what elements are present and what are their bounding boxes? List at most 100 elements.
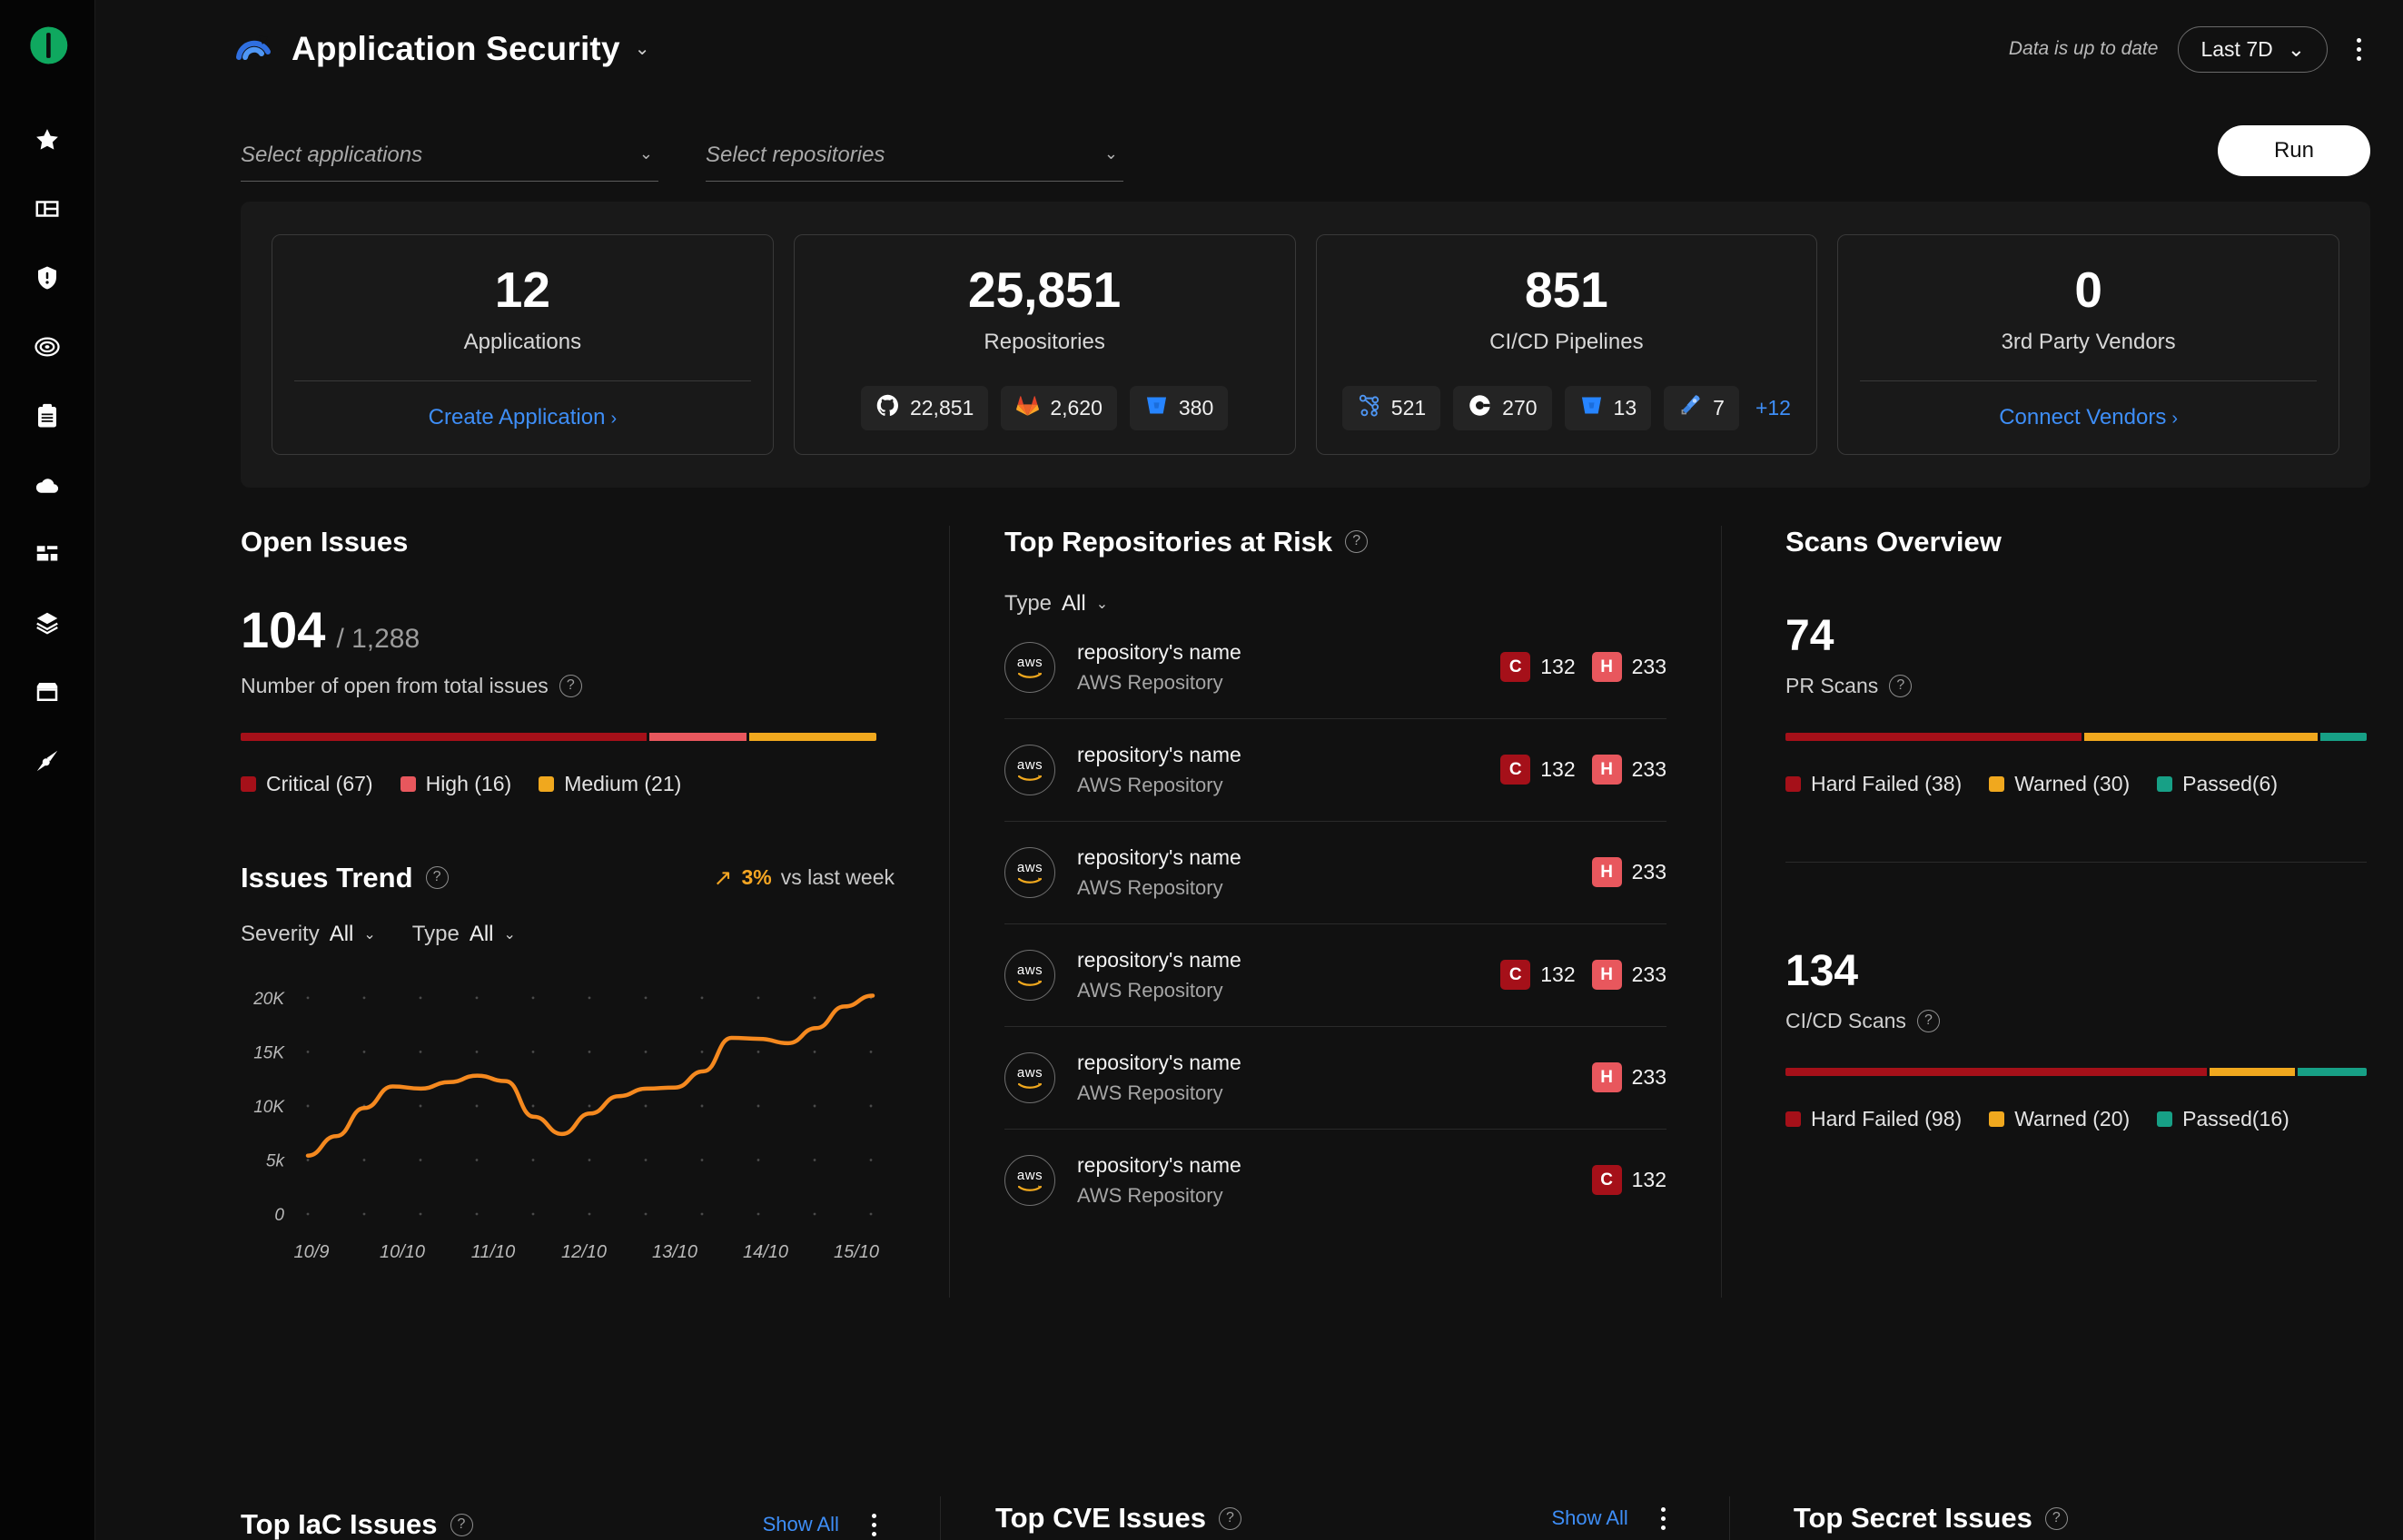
- type-filter-value: All: [469, 921, 494, 946]
- grid-dot: [756, 1212, 760, 1216]
- grid-dot: [700, 1158, 704, 1161]
- help-icon[interactable]: ?: [1345, 530, 1369, 554]
- legend-swatch: [1989, 775, 2005, 792]
- sidebar-item-dashboard[interactable]: [18, 182, 76, 240]
- grid-dot: [531, 1050, 535, 1053]
- chevron-down-icon: ⌄: [638, 144, 653, 163]
- repositories-select[interactable]: Select repositories ⌄: [706, 143, 1123, 182]
- panel-repos-at-risk: Top Repositories at Risk ? Type All ⌄ aw…: [949, 525, 1721, 1298]
- severity-count: 132: [1631, 1168, 1666, 1192]
- status-badge: H: [1591, 652, 1622, 683]
- repo-name: repository's name: [1077, 639, 1241, 664]
- repo-row[interactable]: aws repository's name AWS Repository H 233: [1004, 1027, 1666, 1130]
- applications-select[interactable]: Select applications ⌄: [241, 143, 658, 182]
- grid-dot: [419, 1212, 422, 1216]
- data-status-text: Data is up to date: [2008, 38, 2159, 59]
- grid-dot: [306, 1104, 310, 1108]
- grid-dot: [869, 1104, 873, 1108]
- aws-avatar-icon: aws: [1004, 1051, 1055, 1103]
- repo-text: repository's name AWS Repository: [1077, 948, 1241, 1002]
- pipeline-provider-chips: 521 270 13 7 +12: [1341, 385, 1791, 430]
- chevron-down-icon[interactable]: ⌄: [635, 40, 650, 58]
- legend-item: Critical (67): [241, 772, 373, 796]
- repo-row[interactable]: aws repository's name AWS Repository H 233: [1004, 822, 1666, 924]
- grid-dot: [700, 1104, 704, 1108]
- help-icon[interactable]: ?: [559, 674, 582, 697]
- pipelines-label: CI/CD Pipelines: [1489, 329, 1644, 354]
- connect-vendors-link[interactable]: Connect Vendors ›: [1999, 405, 2178, 430]
- repo-severity-badges: H 233: [1394, 857, 1666, 888]
- grid-dot: [756, 996, 760, 1000]
- brand-logo-icon[interactable]: [22, 20, 73, 71]
- chip-gitlab[interactable]: 2,620: [1001, 385, 1117, 430]
- repo-row[interactable]: aws repository's name AWS Repository C 132 H 2…: [1004, 617, 1666, 719]
- grid-dot: [588, 1050, 591, 1053]
- sidebar-item-reports[interactable]: [18, 389, 76, 447]
- chip-github[interactable]: 22,851: [860, 385, 989, 430]
- sidebar-item-explore[interactable]: [18, 734, 76, 792]
- y-axis-tick: 0: [274, 1206, 284, 1225]
- sidebar-item-targets[interactable]: [18, 320, 76, 378]
- repos-type-filter[interactable]: Type All ⌄: [1004, 591, 1108, 617]
- severity-filter[interactable]: Severity All ⌄: [241, 922, 376, 947]
- scan-status-bar: [1785, 732, 2367, 741]
- bottom-section-cve: Top CVE Issues ? Show All: [939, 1496, 1729, 1540]
- kebab-dot: [871, 1522, 876, 1527]
- repos-type-filter-row: Type All ⌄: [1004, 591, 1666, 617]
- create-application-link[interactable]: Create Application ›: [429, 405, 617, 430]
- chip-bitbucket-pipelines[interactable]: 13: [1564, 385, 1652, 430]
- severity-count: 233: [1631, 962, 1666, 987]
- pipelines-more-link[interactable]: +12: [1752, 396, 1791, 420]
- chip-azure-devops[interactable]: 7: [1664, 385, 1739, 430]
- applications-count: 12: [494, 262, 550, 318]
- repo-row[interactable]: aws repository's name AWS Repository C 132 H 2…: [1004, 719, 1666, 822]
- repo-row[interactable]: aws repository's name AWS Repository C 132: [1004, 1130, 1666, 1231]
- primary-sidebar: [0, 0, 95, 1540]
- status-badge: H: [1591, 1062, 1622, 1093]
- divider: [1785, 861, 2367, 863]
- help-icon[interactable]: ?: [1218, 1506, 1241, 1530]
- sidebar-item-favorites[interactable]: [18, 113, 76, 171]
- grid-apps-icon: [34, 540, 61, 572]
- divider: [1860, 380, 2317, 381]
- kpi-card-repositories: 25,851 Repositories 22,851 2,620 380: [793, 234, 1296, 455]
- chevron-down-icon: ⌄: [503, 926, 516, 943]
- time-range-selector[interactable]: Last 7D ⌄: [2178, 25, 2328, 73]
- sidebar-item-assets[interactable]: [18, 527, 76, 585]
- sidebar-item-risk[interactable]: [18, 251, 76, 309]
- legend-item: Medium (21): [539, 772, 681, 796]
- more-options-button[interactable]: [2348, 33, 2370, 66]
- show-all-iac-link[interactable]: Show All: [763, 1513, 839, 1536]
- severity-segment: [2209, 1067, 2296, 1076]
- grid-dot: [756, 1158, 760, 1161]
- repo-severity-badges: C 132 H 233: [1394, 652, 1666, 683]
- type-filter[interactable]: Type All ⌄: [412, 922, 516, 947]
- chip-circleci[interactable]: 270: [1453, 385, 1552, 430]
- help-icon[interactable]: ?: [2044, 1506, 2068, 1530]
- grid-dot: [419, 1104, 422, 1108]
- panel-scans-overview: Scans Overview 74 PR Scans? Hard Failed (3…: [1721, 525, 2403, 1298]
- repo-row[interactable]: aws repository's name AWS Repository C 132 H 2…: [1004, 924, 1666, 1027]
- run-button[interactable]: Run: [2217, 125, 2370, 176]
- grid-dot: [869, 1212, 873, 1216]
- show-all-cve-link[interactable]: Show All: [1551, 1506, 1627, 1530]
- severity-segment: [649, 732, 747, 741]
- sidebar-item-layers[interactable]: [18, 596, 76, 654]
- chevron-down-icon: ⌄: [2287, 36, 2305, 61]
- open-issues-stat: 104 / 1,288: [241, 600, 895, 659]
- help-icon[interactable]: ?: [1889, 674, 1913, 697]
- iac-more-options-button[interactable]: [863, 1508, 885, 1540]
- chip-bitbucket[interactable]: 380: [1129, 385, 1229, 430]
- grid-dot: [644, 1104, 648, 1108]
- sidebar-item-cloud[interactable]: [18, 458, 76, 516]
- status-badge: C: [1500, 652, 1531, 683]
- page-title-group[interactable]: Application Security ⌄: [232, 26, 650, 72]
- chip-github-actions[interactable]: 521: [1341, 385, 1441, 430]
- help-icon[interactable]: ?: [1916, 1009, 1940, 1032]
- kebab-dot: [2357, 37, 2361, 43]
- help-icon[interactable]: ?: [425, 866, 449, 890]
- sidebar-item-marketplace[interactable]: [18, 665, 76, 723]
- cve-more-options-button[interactable]: [1652, 1502, 1675, 1535]
- x-axis-tick: 14/10: [743, 1242, 788, 1262]
- help-icon[interactable]: ?: [450, 1513, 473, 1536]
